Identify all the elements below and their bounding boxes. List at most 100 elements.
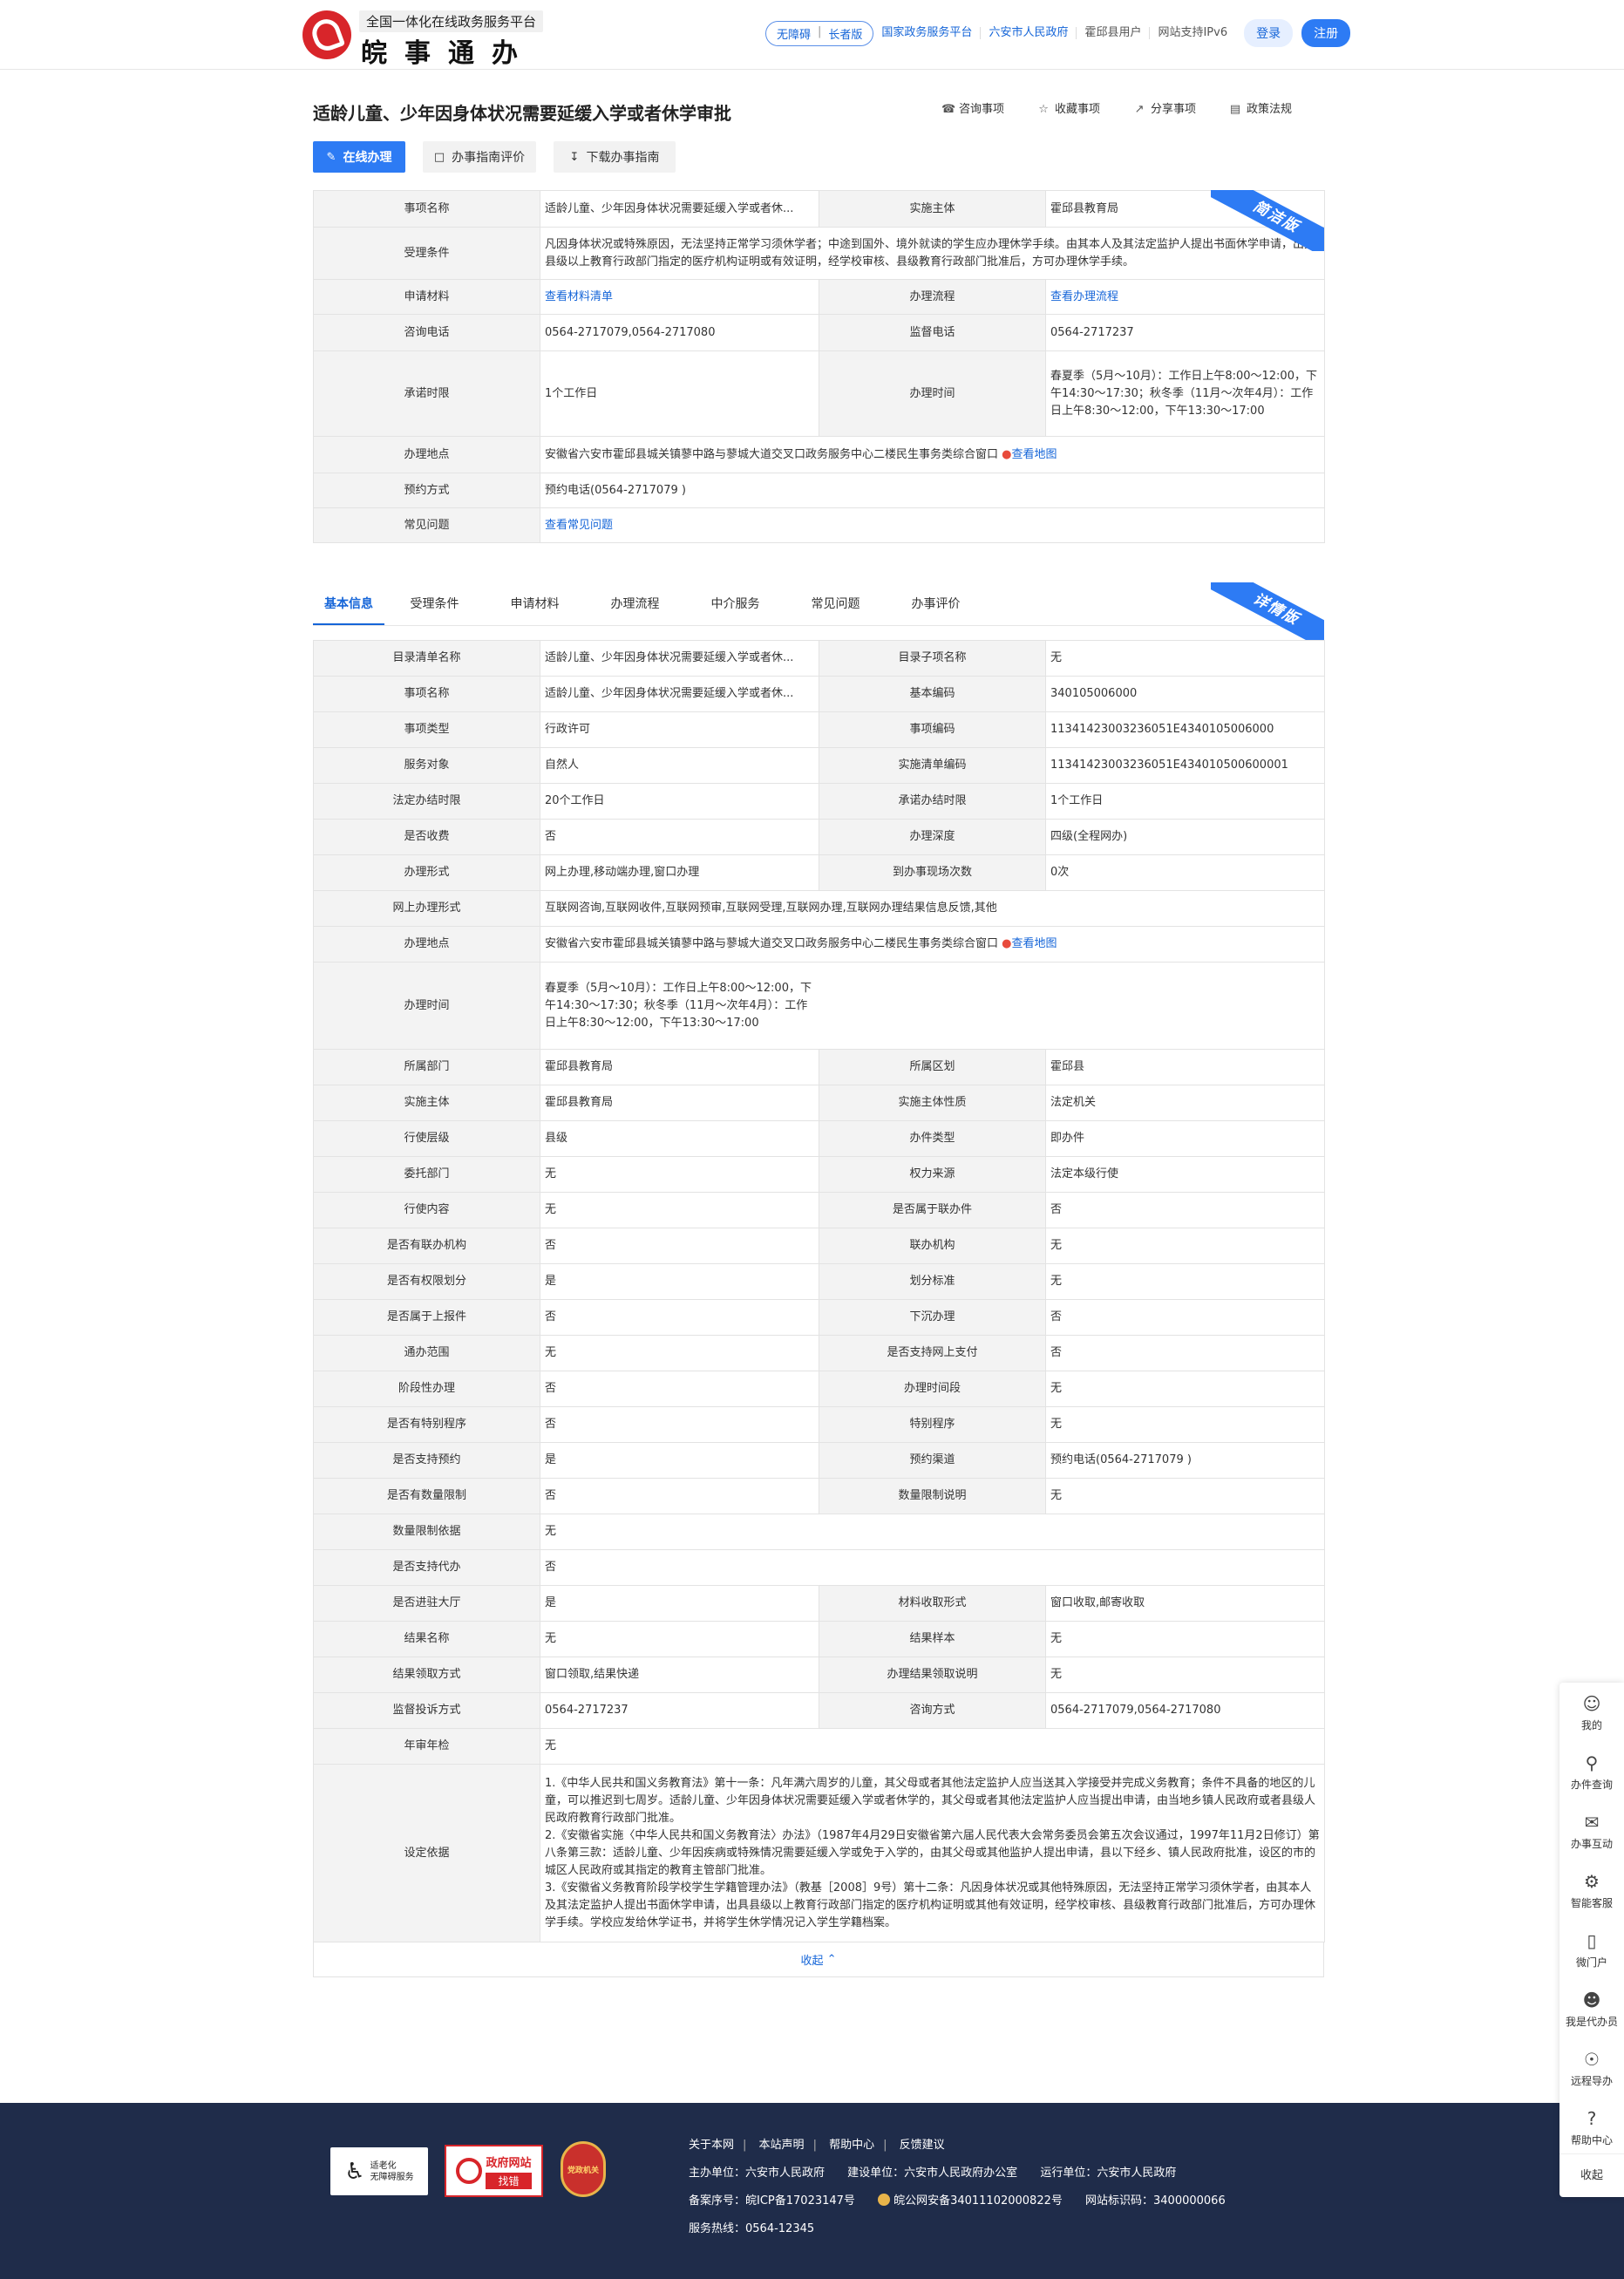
collapse-button[interactable]: 收起 ⌃: [313, 1942, 1324, 1977]
cell-key: 数量限制说明: [819, 1478, 1046, 1514]
view-map-link[interactable]: ●查看地图: [1002, 937, 1057, 950]
toolbar-remote-guide[interactable]: ☉ 远程导办: [1559, 2038, 1624, 2103]
tab-faq[interactable]: 常见问题: [785, 582, 886, 625]
tab-basic-info[interactable]: 基本信息: [313, 582, 384, 625]
footer-org-row: 主办单位：六安市人民政府 建设单位：六安市人民政府办公室 运行单位：六安市人民政…: [689, 2166, 1226, 2194]
document-icon: ▤: [1229, 103, 1241, 116]
place-text: 安徽省六安市霍邱县城关镇蓼中路与蓼城大道交叉口政务服务中心二楼民生事务类综合窗口: [545, 937, 999, 950]
cell-key: 联办机构: [819, 1228, 1046, 1264]
cell-key: 网上办理形式: [313, 890, 540, 927]
guide-evaluate-button[interactable]: □ 办事指南评价: [423, 141, 536, 173]
footer-icp[interactable]: 备案序号：皖ICP备17023147号: [689, 2194, 855, 2208]
cell-value: 是: [540, 1585, 819, 1622]
table-row: 办理地点 安徽省六安市霍邱县城关镇蓼中路与蓼城大道交叉口政务服务中心二楼民生事务类…: [313, 926, 1325, 963]
view-faq-link[interactable]: 查看常见问题: [545, 519, 613, 532]
footer-link-feedback[interactable]: 反馈建议: [900, 2139, 945, 2152]
cell-key: 是否支持网上支付: [819, 1335, 1046, 1371]
download-guide-button[interactable]: ↧ 下载办事指南: [554, 141, 676, 173]
cell-key: 是否有特别程序: [313, 1406, 540, 1443]
cell-key: 监督电话: [819, 314, 1046, 351]
cell-value: 安徽省六安市霍邱县城关镇蓼中路与蓼城大道交叉口政务服务中心二楼民生事务类综合窗口…: [540, 926, 1325, 963]
toolbar-smart-service[interactable]: ⚙ 智能客服: [1559, 1861, 1624, 1925]
footer-link-help[interactable]: 帮助中心: [829, 2139, 874, 2152]
cell-value: 0564-2717079,0564-2717080: [1045, 1692, 1325, 1729]
footer-info: 关于本网 | 本站声明 | 帮助中心 | 反馈建议 主办单位：六安市人民政府 建设单位…: [689, 2138, 1226, 2249]
cell-value: 网上办理,移动端办理,窗口办理: [540, 854, 819, 891]
online-apply-button[interactable]: ✎ 在线办理: [313, 141, 405, 173]
elder-mode-link[interactable]: 长者版: [828, 25, 862, 42]
cell-key: 办理地点: [313, 926, 540, 963]
cell-key: 事项编码: [819, 711, 1046, 748]
police-badge-icon: [878, 2194, 891, 2206]
ribbon-label: 简洁版: [1211, 190, 1324, 251]
cell-key: 委托部门: [313, 1156, 540, 1193]
star-icon: ☆: [1038, 103, 1049, 116]
cell-value: 自然人: [540, 747, 819, 784]
cell-value: 即办件: [1045, 1120, 1325, 1157]
view-process-link[interactable]: 查看办理流程: [1050, 290, 1118, 303]
cell-key: 咨询方式: [819, 1692, 1046, 1729]
table-row: 是否有联办机构否联办机构无: [313, 1228, 1325, 1264]
tab-materials[interactable]: 申请材料: [485, 582, 585, 625]
footer-hotline: 服务热线：0564-12345: [689, 2222, 815, 2235]
cell-value: 0564-2717079,0564-2717080: [540, 314, 819, 351]
consult-action[interactable]: ☎ 咨询事项: [941, 99, 1004, 116]
cell-value: 无: [540, 1514, 1325, 1550]
item-actions: ☎ 咨询事项 ☆ 收藏事项 ↗ 分享事项 ▤ 政策法规: [941, 99, 1292, 116]
toolbar-my[interactable]: ☺ 我的: [1559, 1683, 1624, 1747]
toolbar-micro-portal[interactable]: ▯ 微门户: [1559, 1920, 1624, 1984]
table-row: 办理形式 网上办理,移动端办理,窗口办理 到办事现场次数 0次: [313, 854, 1325, 891]
table-row: 法定办结时限 20个工作日 承诺办结时限 1个工作日: [313, 783, 1325, 820]
view-map-link[interactable]: ●查看地图: [1002, 448, 1057, 461]
cell-key: 通办范围: [313, 1335, 540, 1371]
toolbar-case-query[interactable]: ⚲ 办件查询: [1559, 1742, 1624, 1806]
table-row: 是否收费否办理深度 四级(全程网办): [313, 819, 1325, 855]
table-row: 阶段性办理否办理时间段无: [313, 1371, 1325, 1407]
cell-value: 法定机关: [1045, 1085, 1325, 1121]
table-row: 所属部门 霍邱县教育局 所属区划 霍邱县: [313, 1049, 1325, 1085]
elder-service-badge[interactable]: ♿ 适老化 无障碍服务: [330, 2147, 428, 2195]
cell-key: 所属区划: [819, 1049, 1046, 1085]
toolbar-collapse-button[interactable]: 收起: [1559, 2153, 1624, 2197]
share-action[interactable]: ↗ 分享事项: [1133, 99, 1196, 116]
table-row: 是否支持预约是预约渠道 预约电话(0564-2717079 ): [313, 1442, 1325, 1479]
view-materials-link[interactable]: 查看材料清单: [545, 290, 613, 303]
favorite-action[interactable]: ☆ 收藏事项: [1037, 99, 1100, 116]
city-gov-link[interactable]: 六安市人民政府: [981, 27, 1077, 39]
toolbar-agent[interactable]: ☻ 我是代办员: [1559, 1979, 1624, 2044]
footer-link-about[interactable]: 关于本网: [689, 2139, 734, 2152]
toolbar-help[interactable]: ? 帮助中心: [1559, 2098, 1624, 2162]
tab-intermediary[interactable]: 中介服务: [685, 582, 785, 625]
footer-police-record[interactable]: 皖公网安备34011102000822号: [878, 2194, 1063, 2208]
cell-value: 安徽省六安市霍邱县城关镇蓼中路与蓼城大道交叉口政务服务中心二楼民生事务类综合窗口…: [540, 436, 1325, 473]
toolbar-label: 智能客服: [1570, 1897, 1613, 1909]
chat-icon: ✉: [1584, 1812, 1600, 1833]
login-button[interactable]: 登录: [1244, 19, 1294, 47]
party-gov-badge[interactable]: 党政机关: [561, 2141, 606, 2197]
tab-evaluation[interactable]: 办事评价: [886, 582, 986, 625]
table-row: 承诺时限 1个工作日 办理时间 春夏季（5月～10月）：工作日上午8:00～12…: [313, 350, 1325, 437]
footer-link-statement[interactable]: 本站声明: [759, 2139, 805, 2152]
accessibility-pill: 无障碍 | 长者版: [765, 20, 874, 46]
gov-site-error-badge[interactable]: 政府网站 找错: [445, 2145, 543, 2197]
cell-key: 实施主体性质: [819, 1085, 1046, 1121]
party-badge-label: 党政机关: [567, 2166, 599, 2175]
tab-conditions[interactable]: 受理条件: [384, 582, 485, 625]
accessibility-link[interactable]: 无障碍: [777, 25, 811, 42]
tab-process[interactable]: 办理流程: [585, 582, 685, 625]
county-user-link[interactable]: 霍邱县用户: [1077, 27, 1151, 39]
site-logo[interactable]: [302, 10, 351, 59]
cell-value: 查看材料清单: [540, 279, 819, 315]
chevron-up-icon: ⌃: [826, 1953, 837, 1966]
toolbar-interaction[interactable]: ✉ 办事互动: [1559, 1801, 1624, 1866]
favorite-label: 收藏事项: [1055, 103, 1101, 116]
cell-key: 办理形式: [313, 854, 540, 891]
register-button[interactable]: 注册: [1301, 19, 1351, 47]
cell-key: 实施主体: [819, 190, 1046, 228]
footer-police-text: 皖公网安备34011102000822号: [894, 2194, 1063, 2208]
toolbar-label: 微门户: [1575, 1956, 1607, 1969]
logo-subtitle: 全国一体化在线政务服务平台: [359, 10, 544, 32]
policy-action[interactable]: ▤ 政策法规: [1229, 99, 1292, 116]
cell-key: 承诺办结时限: [819, 783, 1046, 820]
national-platform-link[interactable]: 国家政务服务平台: [873, 27, 982, 39]
